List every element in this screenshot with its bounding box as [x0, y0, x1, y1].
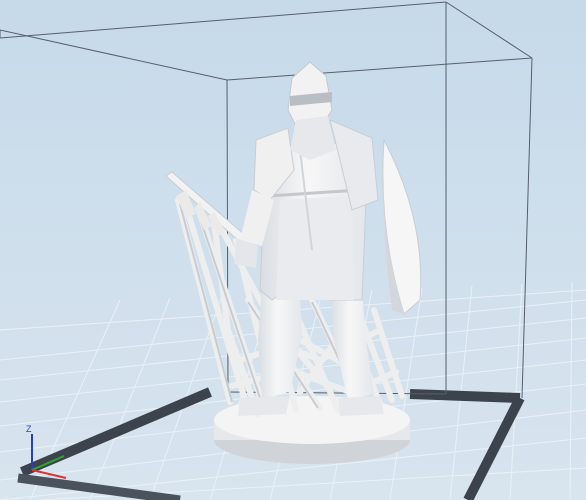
z-axis-label: Z [26, 424, 32, 434]
build-volume-scene[interactable] [0, 0, 586, 500]
3d-viewport[interactable]: Z [0, 0, 586, 500]
